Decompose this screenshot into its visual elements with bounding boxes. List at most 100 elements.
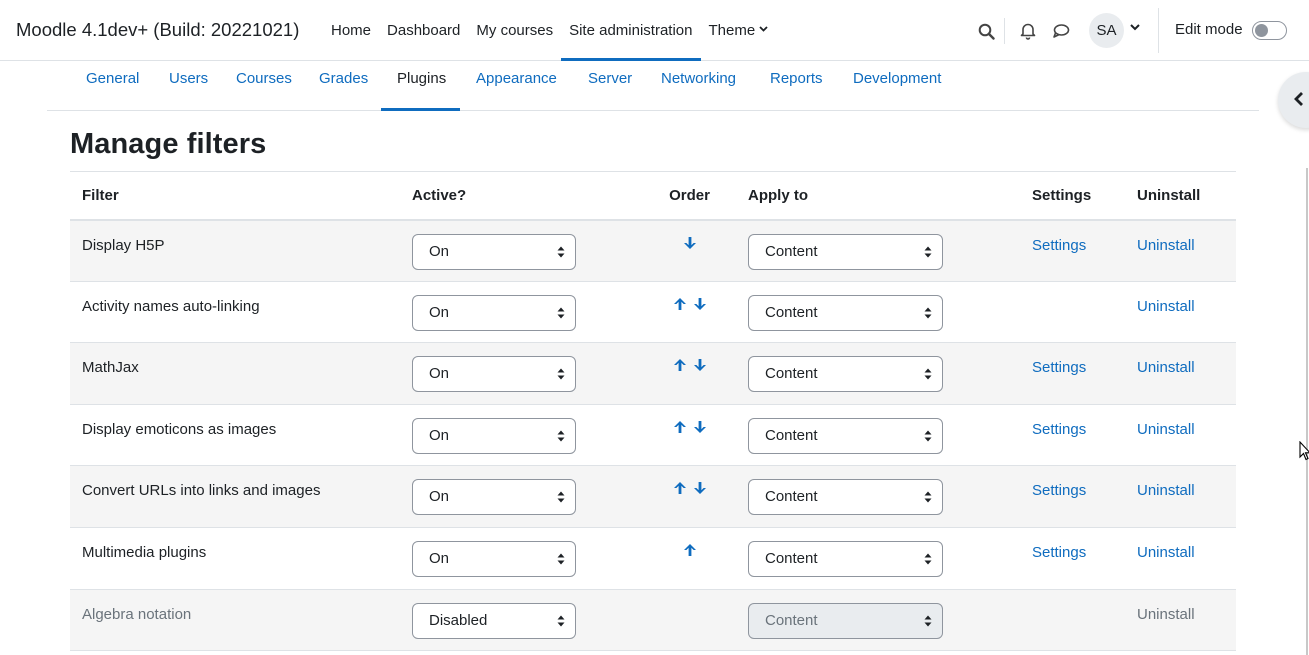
settings-link[interactable]: Settings	[1032, 482, 1086, 499]
table-row: Algebra notation Disabled Content Uninst…	[70, 589, 1236, 652]
tab-users[interactable]: Users	[153, 61, 224, 111]
user-avatar[interactable]: SA	[1089, 13, 1124, 48]
apply-to-select-value: Content	[765, 488, 818, 506]
nav-theme-dropdown[interactable]: Theme	[701, 0, 777, 61]
active-select[interactable]: On	[412, 540, 576, 577]
header-active: Active?	[400, 171, 643, 221]
move-down-arrow-icon[interactable]	[693, 481, 707, 499]
apply-to-select[interactable]: Content	[748, 233, 943, 270]
active-cell: On	[400, 342, 643, 405]
active-select-value: On	[429, 365, 450, 383]
select-caret-icon	[557, 430, 565, 442]
apply-to-select-value: Content	[765, 303, 818, 321]
active-select[interactable]: On	[412, 479, 576, 516]
settings-link[interactable]: Settings	[1032, 544, 1086, 561]
nav-site-administration[interactable]: Site administration	[561, 0, 701, 61]
chevron-down-icon	[759, 26, 768, 32]
chat-icon[interactable]	[1050, 20, 1072, 42]
order-cell	[643, 281, 736, 344]
uninstall-cell: Uninstall	[1125, 281, 1236, 344]
table-row: Display emoticons as images On Content S…	[70, 404, 1236, 467]
apply-to-select-value: Content	[765, 549, 818, 567]
tab-plugins[interactable]: Plugins	[381, 61, 460, 111]
nav-dashboard[interactable]: Dashboard	[379, 0, 468, 61]
settings-cell	[1020, 589, 1125, 652]
tab-appearance[interactable]: Appearance	[460, 61, 573, 111]
settings-link[interactable]: Settings	[1032, 421, 1086, 438]
user-menu-chevron-icon[interactable]	[1130, 22, 1140, 34]
filter-name: Algebra notation	[70, 589, 400, 652]
move-up-arrow-icon[interactable]	[673, 481, 687, 499]
active-cell: On	[400, 527, 643, 590]
order-cell	[643, 589, 736, 652]
apply-to-select-value: Content	[765, 611, 818, 629]
nav-my-courses[interactable]: My courses	[468, 0, 561, 61]
divider	[1158, 8, 1159, 53]
table-row: MathJax On Content Settings Uninstall	[70, 342, 1236, 405]
uninstall-link[interactable]: Uninstall	[1137, 544, 1195, 561]
tab-courses[interactable]: Courses	[220, 61, 308, 111]
nav-home[interactable]: Home	[323, 0, 379, 61]
uninstall-link[interactable]: Uninstall	[1137, 421, 1195, 438]
bell-icon[interactable]	[1017, 20, 1039, 42]
apply-to-select[interactable]: Content	[748, 294, 943, 331]
select-caret-icon	[557, 368, 565, 380]
edit-mode-toggle[interactable]	[1252, 21, 1287, 40]
search-icon[interactable]	[975, 20, 997, 42]
active-cell: On	[400, 281, 643, 344]
apply-to-cell: Content	[736, 589, 1020, 652]
uninstall-link[interactable]: Uninstall	[1137, 359, 1195, 376]
order-cell	[643, 465, 736, 528]
settings-link[interactable]: Settings	[1032, 359, 1086, 376]
uninstall-link[interactable]: Uninstall	[1137, 237, 1195, 254]
nav-theme-label: Theme	[708, 21, 756, 39]
tab-general[interactable]: General	[70, 61, 155, 111]
active-select[interactable]: On	[412, 356, 576, 393]
move-up-arrow-icon[interactable]	[683, 543, 697, 561]
scrollbar[interactable]	[1306, 168, 1308, 655]
open-drawer-button[interactable]	[1278, 72, 1309, 128]
header-filter: Filter	[70, 171, 400, 221]
order-cell	[643, 527, 736, 590]
uninstall-link[interactable]: Uninstall	[1137, 298, 1195, 315]
tab-development[interactable]: Development	[837, 61, 957, 111]
apply-to-select[interactable]: Content	[748, 540, 943, 577]
uninstall-link[interactable]: Uninstall	[1137, 606, 1195, 623]
move-up-arrow-icon[interactable]	[673, 297, 687, 315]
apply-to-select[interactable]: Content	[748, 479, 943, 516]
apply-to-cell: Content	[736, 281, 1020, 344]
order-cell	[643, 219, 736, 282]
apply-to-select[interactable]: Content	[748, 356, 943, 393]
move-down-arrow-icon[interactable]	[693, 358, 707, 376]
page-title: Manage filters	[70, 128, 267, 160]
tab-grades[interactable]: Grades	[303, 61, 384, 111]
apply-to-select-value: Content	[765, 242, 818, 260]
filter-name: Display emoticons as images	[70, 404, 400, 467]
active-select[interactable]: On	[412, 233, 576, 270]
header-uninstall: Uninstall	[1125, 171, 1236, 221]
move-down-arrow-icon[interactable]	[693, 297, 707, 315]
apply-to-select[interactable]: Content	[748, 417, 943, 454]
select-caret-icon	[924, 246, 932, 257]
move-down-arrow-icon[interactable]	[693, 420, 707, 438]
top-navbar: Moodle 4.1dev+ (Build: 20221021) Home Da…	[0, 0, 1309, 61]
select-caret-icon	[924, 491, 932, 503]
apply-to-cell: Content	[736, 465, 1020, 528]
site-name[interactable]: Moodle 4.1dev+ (Build: 20221021)	[16, 19, 299, 41]
settings-cell: Settings	[1020, 342, 1125, 405]
tab-reports[interactable]: Reports	[754, 61, 839, 111]
primary-navigation: Home Dashboard My courses Site administr…	[323, 0, 776, 61]
uninstall-cell: Uninstall	[1125, 465, 1236, 528]
move-down-arrow-icon[interactable]	[683, 236, 697, 254]
move-up-arrow-icon[interactable]	[673, 358, 687, 376]
uninstall-link[interactable]: Uninstall	[1137, 482, 1195, 499]
active-select[interactable]: On	[412, 294, 576, 331]
tab-networking[interactable]: Networking	[645, 61, 752, 111]
tab-server[interactable]: Server	[572, 61, 648, 111]
settings-link[interactable]: Settings	[1032, 237, 1086, 254]
active-select[interactable]: Disabled	[412, 602, 576, 639]
active-select[interactable]: On	[412, 417, 576, 454]
settings-cell: Settings	[1020, 527, 1125, 590]
move-up-arrow-icon[interactable]	[673, 420, 687, 438]
select-caret-icon	[557, 615, 565, 627]
